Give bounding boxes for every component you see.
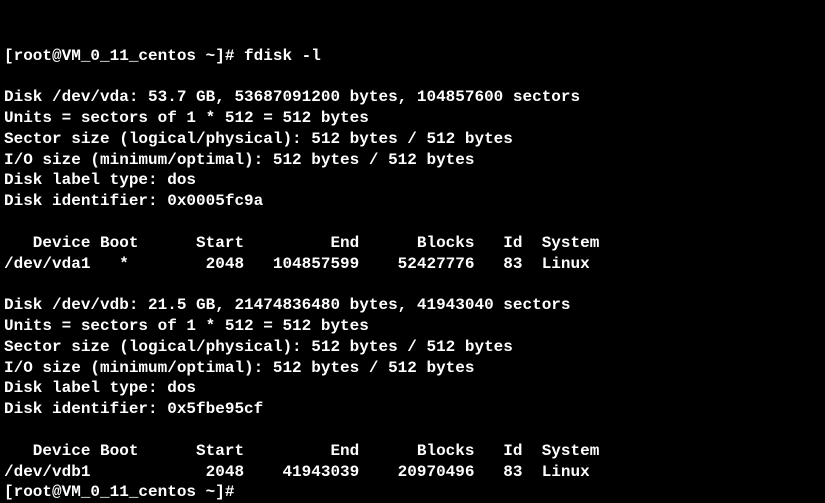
shell-prompt: [root@VM_0_11_centos ~]# [4,47,244,65]
disk1-units: Units = sectors of 1 * 512 = 512 bytes [4,109,369,127]
disk2-sector-size: Sector size (logical/physical): 512 byte… [4,338,513,356]
shell-prompt[interactable]: [root@VM_0_11_centos ~]# [4,483,244,501]
disk1-label-type: Disk label type: dos [4,171,196,189]
command-input[interactable]: fdisk -l [244,47,321,65]
disk1-table-header: Device Boot Start End Blocks Id System [4,234,599,252]
disk2-table-header: Device Boot Start End Blocks Id System [4,442,599,460]
disk1-header: Disk /dev/vda: 53.7 GB, 53687091200 byte… [4,88,580,106]
disk2-label-type: Disk label type: dos [4,379,196,397]
disk2-partition-row: /dev/vdb1 2048 41943039 20970496 83 Linu… [4,463,590,481]
disk1-identifier: Disk identifier: 0x0005fc9a [4,192,263,210]
disk2-io-size: I/O size (minimum/optimal): 512 bytes / … [4,359,474,377]
disk1-partition-row: /dev/vda1 * 2048 104857599 52427776 83 L… [4,255,590,273]
disk1-sector-size: Sector size (logical/physical): 512 byte… [4,130,513,148]
disk2-identifier: Disk identifier: 0x5fbe95cf [4,400,263,418]
disk2-units: Units = sectors of 1 * 512 = 512 bytes [4,317,369,335]
disk1-io-size: I/O size (minimum/optimal): 512 bytes / … [4,151,474,169]
disk2-header: Disk /dev/vdb: 21.5 GB, 21474836480 byte… [4,296,571,314]
